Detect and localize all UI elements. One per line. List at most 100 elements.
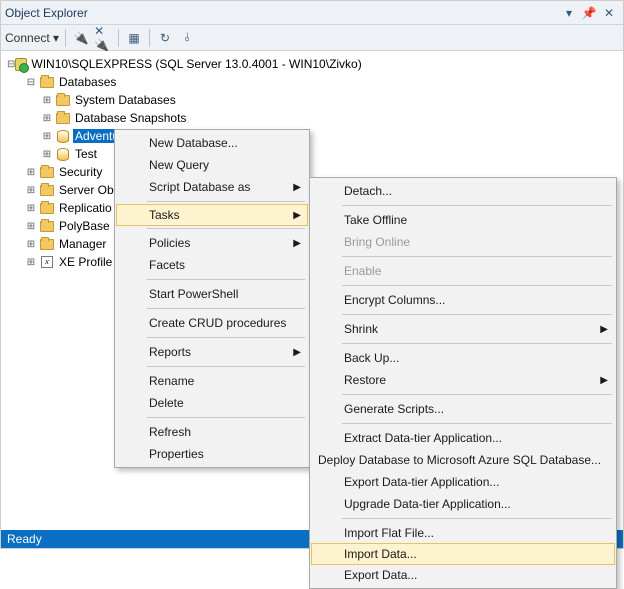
menu-script-database-as[interactable]: Script Database as▶	[117, 176, 307, 198]
pin-icon[interactable]: 📌	[579, 6, 599, 20]
menu-separator	[147, 417, 305, 418]
context-menu-tasks: Detach... Take Offline Bring Online Enab…	[309, 177, 617, 589]
menu-policies[interactable]: Policies▶	[117, 232, 307, 254]
menu-separator	[342, 423, 612, 424]
refresh-icon[interactable]: ↻	[156, 29, 174, 47]
folder-icon	[40, 167, 54, 178]
tree-label: Database Snapshots	[73, 111, 188, 125]
panel-titlebar: Object Explorer ▾ 📌 ✕	[1, 1, 623, 25]
tree-server-node[interactable]: ⊟ WIN10\SQLEXPRESS (SQL Server 13.0.4001 …	[3, 55, 363, 73]
expand-icon[interactable]: ⊞	[39, 113, 55, 124]
menu-enable: Enable	[312, 260, 614, 282]
xe-icon: x	[41, 256, 53, 268]
expand-icon[interactable]: ⊞	[39, 95, 55, 106]
collapse-icon[interactable]: ⊟	[7, 59, 15, 70]
submenu-arrow-icon: ▶	[293, 238, 301, 249]
tree-label: Replicatio	[57, 201, 114, 215]
menu-deploy-azure[interactable]: Deploy Database to Microsoft Azure SQL D…	[312, 449, 614, 471]
separator	[65, 29, 66, 47]
close-icon[interactable]: ✕	[599, 6, 619, 20]
menu-rename[interactable]: Rename	[117, 370, 307, 392]
folder-icon	[40, 221, 54, 232]
expand-icon[interactable]: ⊞	[39, 149, 55, 160]
folder-icon	[40, 185, 54, 196]
menu-separator	[147, 201, 305, 202]
menu-export-data[interactable]: Export Data...	[312, 564, 614, 586]
submenu-arrow-icon: ▶	[293, 347, 301, 358]
menu-encrypt-columns[interactable]: Encrypt Columns...	[312, 289, 614, 311]
tree-label: System Databases	[73, 93, 178, 107]
expand-icon[interactable]: ⊞	[23, 239, 39, 250]
toolbar: Connect ▾ 🔌 ✕🔌 ▦ ↻ ⫰	[1, 25, 623, 51]
tree-label: WIN10\SQLEXPRESS (SQL Server 13.0.4001 -…	[29, 57, 363, 71]
tree-database-snapshots-node[interactable]: ⊞ Database Snapshots	[3, 109, 363, 127]
folder-icon	[40, 203, 54, 214]
tree-label: Manager	[57, 237, 108, 251]
filter-icon[interactable]: ▦	[125, 29, 143, 47]
menu-back-up[interactable]: Back Up...	[312, 347, 614, 369]
menu-separator	[342, 285, 612, 286]
menu-separator	[342, 343, 612, 344]
panel-title: Object Explorer	[5, 6, 559, 20]
menu-facets[interactable]: Facets	[117, 254, 307, 276]
tree-label: Server Ob	[57, 183, 116, 197]
menu-detach[interactable]: Detach...	[312, 180, 614, 202]
menu-shrink[interactable]: Shrink▶	[312, 318, 614, 340]
menu-import-flat-file[interactable]: Import Flat File...	[312, 522, 614, 544]
tree-label: Security	[57, 165, 104, 179]
menu-create-crud[interactable]: Create CRUD procedures	[117, 312, 307, 334]
menu-start-powershell[interactable]: Start PowerShell	[117, 283, 307, 305]
separator	[118, 29, 119, 47]
menu-refresh[interactable]: Refresh	[117, 421, 307, 443]
menu-separator	[147, 308, 305, 309]
submenu-arrow-icon: ▶	[600, 375, 608, 386]
tree-label: Databases	[57, 75, 118, 89]
context-menu-database: New Database... New Query Script Databas…	[114, 129, 310, 468]
menu-export-data-tier[interactable]: Export Data-tier Application...	[312, 471, 614, 493]
connect-dropdown[interactable]: Connect ▾	[5, 31, 59, 45]
separator	[149, 29, 150, 47]
menu-separator	[147, 337, 305, 338]
menu-separator	[342, 256, 612, 257]
menu-separator	[342, 314, 612, 315]
menu-delete[interactable]: Delete	[117, 392, 307, 414]
submenu-arrow-icon: ▶	[293, 182, 301, 193]
menu-separator	[147, 228, 305, 229]
tree-label: Test	[73, 147, 99, 161]
menu-bring-online: Bring Online	[312, 231, 614, 253]
menu-take-offline[interactable]: Take Offline	[312, 209, 614, 231]
menu-import-data[interactable]: Import Data...	[311, 543, 615, 565]
tree-system-databases-node[interactable]: ⊞ System Databases	[3, 91, 363, 109]
menu-properties[interactable]: Properties	[117, 443, 307, 465]
menu-separator	[342, 518, 612, 519]
tree-databases-node[interactable]: ⊟ Databases	[3, 73, 363, 91]
menu-restore[interactable]: Restore▶	[312, 369, 614, 391]
menu-tasks[interactable]: Tasks▶	[116, 204, 308, 226]
tree-label: PolyBase	[57, 219, 112, 233]
expand-icon[interactable]: ⊞	[39, 131, 55, 142]
activity-icon[interactable]: ⫰	[178, 29, 196, 47]
menu-new-database[interactable]: New Database...	[117, 132, 307, 154]
expand-icon[interactable]: ⊞	[23, 185, 39, 196]
menu-extract-data-tier[interactable]: Extract Data-tier Application...	[312, 427, 614, 449]
expand-icon[interactable]: ⊞	[23, 167, 39, 178]
collapse-icon[interactable]: ⊟	[23, 77, 39, 88]
expand-icon[interactable]: ⊞	[23, 221, 39, 232]
folder-icon	[56, 113, 70, 124]
connect-icon[interactable]: 🔌	[72, 29, 90, 47]
menu-separator	[147, 279, 305, 280]
menu-separator	[147, 366, 305, 367]
window-options-icon[interactable]: ▾	[559, 6, 579, 20]
menu-new-query[interactable]: New Query	[117, 154, 307, 176]
menu-separator	[342, 394, 612, 395]
menu-generate-scripts[interactable]: Generate Scripts...	[312, 398, 614, 420]
menu-separator	[342, 205, 612, 206]
menu-reports[interactable]: Reports▶	[117, 341, 307, 363]
disconnect-icon[interactable]: ✕🔌	[94, 29, 112, 47]
folder-icon	[40, 239, 54, 250]
expand-icon[interactable]: ⊞	[23, 257, 39, 268]
expand-icon[interactable]: ⊞	[23, 203, 39, 214]
tree-label: XE Profile	[57, 255, 114, 269]
menu-upgrade-data-tier[interactable]: Upgrade Data-tier Application...	[312, 493, 614, 515]
database-icon	[57, 130, 69, 143]
